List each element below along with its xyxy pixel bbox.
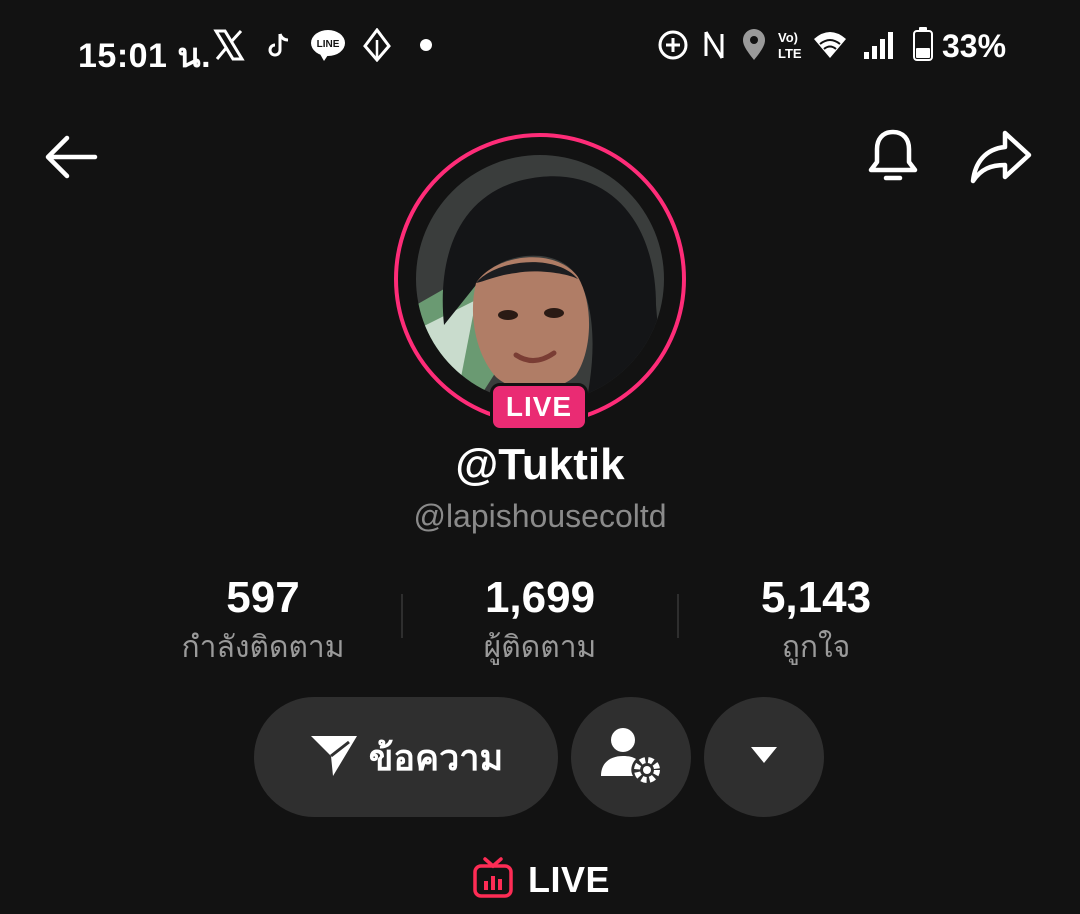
caret-down-icon [750,746,778,769]
svg-text:LTE: LTE [778,46,802,61]
live-badge[interactable]: LIVE [490,383,588,431]
volte-icon: Vo) LTE [776,28,810,67]
send-icon [309,732,359,783]
status-time: 15:01 น. [78,37,212,75]
tiktok-icon [268,32,290,63]
battery-icon [912,26,934,67]
follow-settings-button[interactable] [571,697,691,817]
stat-divider [677,594,679,638]
avatar [416,155,664,403]
x-icon [212,28,246,67]
bell-icon [864,126,922,193]
signal-icon [862,30,898,65]
stat-label: กำลังติดตาม [181,631,345,664]
stat-likes[interactable]: 5,143 ถูกใจ [696,572,936,670]
stat-label: ผู้ติดตาม [483,631,597,664]
display-name: @Tuktik [455,440,625,489]
back-button[interactable] [36,124,106,194]
avatar-container[interactable] [394,133,686,425]
live-tab[interactable]: LIVE [472,852,610,908]
wifi-icon [812,28,848,65]
more-options-button[interactable] [704,697,824,817]
stat-following[interactable]: 597 กำลังติดตาม [143,572,383,670]
notification-button[interactable] [858,124,928,194]
nfc-icon [700,28,728,67]
user-gear-icon [599,724,663,791]
message-button[interactable]: ข้อความ [254,697,558,817]
stat-value: 5,143 [760,573,872,622]
stat-divider [401,594,403,638]
share-button[interactable] [966,124,1036,194]
location-icon [740,28,768,67]
svg-text:Vo): Vo) [778,30,798,45]
stat-followers[interactable]: 1,699 ผู้ติดตาม [420,572,660,670]
stat-label: ถูกใจ [781,631,851,664]
live-tab-label: LIVE [528,859,611,900]
svg-text:LINE: LINE [317,39,340,50]
add-circle-icon [656,28,690,67]
username: @lapishousecoltd [413,498,667,534]
stat-value: 597 [226,573,300,622]
status-bar: 15:01 น. LINE Vo) LTE 33% [0,0,1080,92]
tv-icon [472,856,514,904]
share-icon [969,129,1033,190]
line-icon: LINE [310,28,346,67]
diamond-icon [362,27,392,67]
battery-percent: 33% [942,28,1007,64]
dot-icon [419,38,433,57]
message-label: ข้อความ [368,736,504,778]
stat-value: 1,699 [484,573,596,622]
arrow-left-icon [41,132,101,187]
